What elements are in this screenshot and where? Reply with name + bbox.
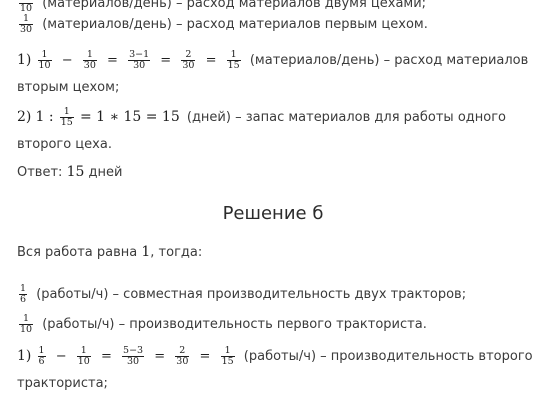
intro-line: Вся работа равна 1, тогда: bbox=[17, 243, 202, 262]
equals-sign: = bbox=[160, 53, 172, 68]
fraction: 1 15 bbox=[226, 49, 241, 71]
fraction: 110 bbox=[19, 313, 34, 335]
fraction: 110 bbox=[76, 345, 91, 367]
minus-sign: − bbox=[61, 53, 73, 68]
line-text: (дней) – запас материалов для работы одн… bbox=[186, 110, 506, 125]
line-text: (работы/ч) – производительность второго bbox=[243, 349, 533, 364]
line-first-shop-rate: 1 30 (материалов/день) – расход материало… bbox=[17, 14, 428, 35]
step-number: 1) bbox=[17, 52, 32, 68]
answer: Ответ: 15 дней bbox=[17, 163, 122, 182]
step-1-a-continuation: вторым цехом; bbox=[17, 80, 120, 95]
math-expression: = 1 ∗ 15 = 15 bbox=[79, 109, 180, 125]
intro-text: Вся работа равна bbox=[17, 245, 138, 260]
line-text: (материалов/день) – расход материалов пе… bbox=[42, 17, 428, 32]
equals-sign: = bbox=[199, 349, 211, 364]
equals-sign: = bbox=[154, 349, 166, 364]
fraction: 1 30 bbox=[19, 13, 34, 35]
answer-value: 15 bbox=[66, 164, 85, 180]
step-number: 1) bbox=[17, 348, 32, 364]
line-joint-rate: 16 (работы/ч) – совместная производитель… bbox=[17, 284, 466, 305]
answer-unit: дней bbox=[88, 165, 123, 180]
math-expression: 1 : bbox=[35, 109, 54, 125]
equals-sign: = bbox=[205, 53, 217, 68]
line-text: (материалов/день) – расход материалов дв… bbox=[42, 0, 427, 11]
line-two-shops-rate: 110 (материалов/день) – расход материало… bbox=[17, 0, 426, 14]
step-number: 2) bbox=[17, 109, 32, 125]
line-first-tractor-rate: 1 10 (работы/ч) – производительность перв… bbox=[17, 314, 427, 335]
minus-sign: − bbox=[55, 349, 67, 364]
step-1-b: 1) 16 − 1 10 = 5−3 30 = 2 30 = 1 15 (работы/… bbox=[17, 346, 533, 367]
intro-tail: , тогда: bbox=[150, 245, 203, 260]
fraction: 3−1 30 bbox=[128, 49, 151, 71]
fraction: 110 bbox=[37, 49, 52, 71]
line-text: (работы/ч) – производительность первого … bbox=[42, 317, 427, 332]
step-2-a-continuation: второго цеха. bbox=[17, 137, 112, 152]
fraction: 16 bbox=[37, 345, 46, 367]
step-2-a: 2) 1 : 1 15 = 1 ∗ 15 = 15 (дней) – запас … bbox=[17, 107, 506, 128]
fraction: 2 30 bbox=[181, 49, 196, 71]
step-1-b-continuation: тракториста; bbox=[17, 376, 108, 391]
equals-sign: = bbox=[107, 53, 118, 68]
fraction: 1 15 bbox=[59, 106, 74, 128]
equals-sign: = bbox=[100, 349, 112, 364]
line-text: (работы/ч) – совместная производительнос… bbox=[36, 287, 467, 302]
fraction: 2 30 bbox=[175, 345, 190, 367]
fraction: 16 bbox=[19, 283, 28, 305]
fraction: 110 bbox=[19, 0, 34, 14]
section-heading: Решение б bbox=[222, 203, 324, 224]
answer-label: Ответ: bbox=[17, 165, 63, 180]
fraction: 1 15 bbox=[220, 345, 235, 367]
fraction: 5−3 30 bbox=[122, 345, 145, 367]
intro-value: 1 bbox=[141, 244, 151, 260]
line-text: (материалов/день) – расход материалов bbox=[249, 53, 529, 68]
step-1-a: 1) 1 10 − 1 30 = 3−1 30 = 2 30 = 1 15 (матери… bbox=[17, 50, 528, 71]
fraction: 1 30 bbox=[82, 49, 97, 71]
